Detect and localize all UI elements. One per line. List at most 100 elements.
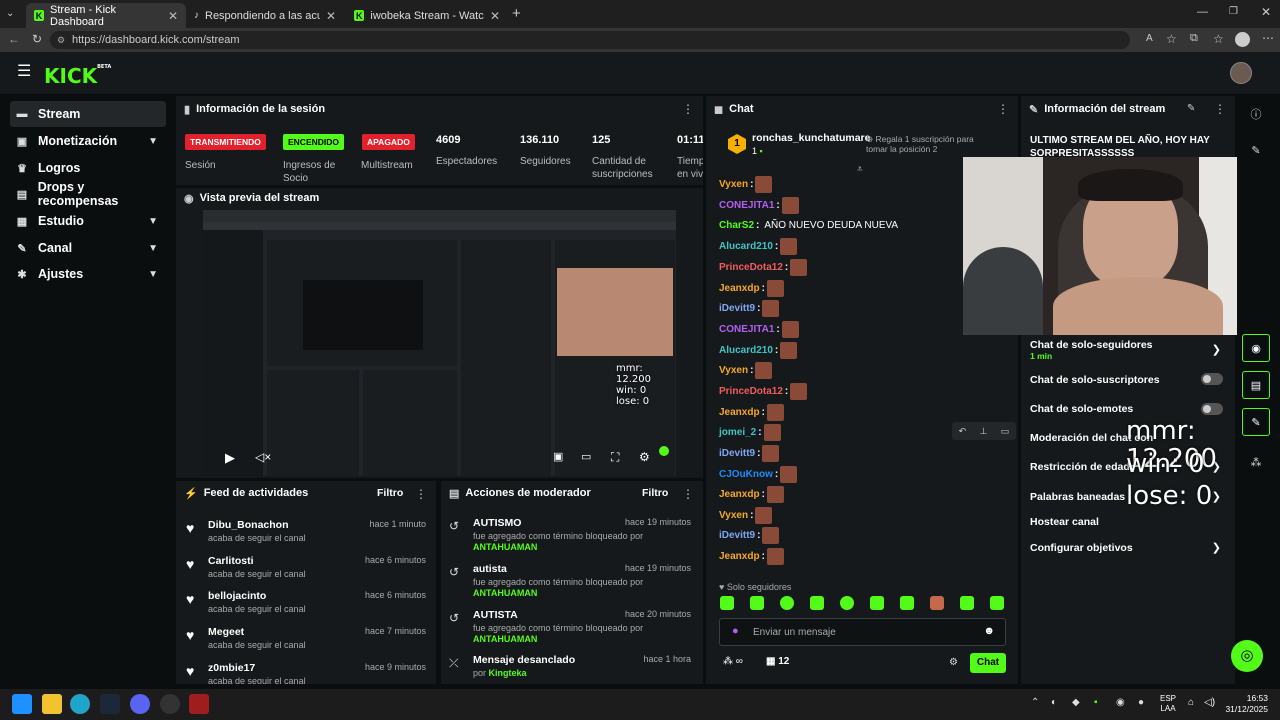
reply-icon[interactable]: ↶ xyxy=(959,426,967,437)
emote-icon[interactable] xyxy=(790,258,808,276)
top-gifter-name[interactable]: ronchas_kunchatumare xyxy=(752,132,870,144)
tray-chevron-icon[interactable]: ⌃ xyxy=(1031,697,1039,708)
more-options-icon[interactable]: ⋮ xyxy=(682,487,694,501)
tray-app-icon[interactable]: ◆ xyxy=(1072,697,1080,708)
emote-icon[interactable] xyxy=(762,526,780,544)
chat-username[interactable]: Jeanxdp xyxy=(719,407,760,418)
chat-message[interactable]: Vyxen: xyxy=(719,175,773,193)
chat-username[interactable]: Vyxen xyxy=(719,365,748,376)
viewers-mode-icon[interactable]: ⁂ ∞ xyxy=(723,656,743,667)
chat-username[interactable]: Alucard210 xyxy=(719,241,773,252)
chat-message[interactable]: CONEJITA1: xyxy=(719,320,799,338)
stream-preview-video[interactable]: mmr: 12.200 win: 0 lose: 0 ▶ ◁× ▣ ▭ ⛶ ⚙ xyxy=(203,210,676,476)
chat-username[interactable]: CONEJITA1 xyxy=(719,200,774,211)
favorites-icon[interactable]: ☆ xyxy=(1213,32,1224,46)
more-options-icon[interactable]: ⋮ xyxy=(682,102,694,116)
start-windows-icon[interactable] xyxy=(12,694,32,714)
steam-icon[interactable] xyxy=(100,694,120,714)
emote-icon[interactable] xyxy=(766,279,784,297)
age-restriction-setting[interactable]: Restricción de edad xyxy=(1030,461,1130,473)
emote-icon[interactable] xyxy=(960,596,974,610)
tab-kick-dashboard[interactable]: K Stream - Kick Dashboard ✕ xyxy=(26,3,186,28)
sidebar-item-monetizacion[interactable]: ▣ Monetización ▼ xyxy=(10,128,166,154)
edge-browser-icon[interactable] xyxy=(70,694,90,714)
microphone-icon[interactable]: ● xyxy=(1138,697,1144,708)
chat-username[interactable]: Jeanxdp xyxy=(719,283,760,294)
emote-icon[interactable] xyxy=(780,341,798,359)
minimize-icon[interactable]: — xyxy=(1197,6,1208,18)
emote-icon[interactable] xyxy=(930,596,944,610)
chat-username[interactable]: iDevitt9 xyxy=(719,530,755,541)
chat-username[interactable]: CharS2 xyxy=(719,220,754,231)
emote-icon[interactable] xyxy=(720,596,734,610)
chat-message[interactable]: CharS2: AÑO NUEVO DEUDA NUEVA xyxy=(719,216,898,234)
close-tab-icon[interactable]: ✕ xyxy=(326,9,336,23)
undo-icon[interactable]: ↺ xyxy=(449,519,459,533)
chat-username[interactable]: Alucard210 xyxy=(719,345,773,356)
emote-icon[interactable] xyxy=(990,596,1004,610)
subscribers-only-toggle[interactable] xyxy=(1201,373,1223,385)
emote-icon[interactable] xyxy=(755,506,773,524)
emotes-only-toggle[interactable] xyxy=(1201,403,1223,415)
chat-message[interactable]: Alucard210: xyxy=(719,237,798,255)
clock[interactable]: 16:53 31/12/2025 xyxy=(1224,693,1268,715)
close-tab-icon[interactable]: ✕ xyxy=(168,9,178,23)
send-chat-button[interactable]: Chat xyxy=(970,653,1006,673)
pip-icon[interactable]: ▣ xyxy=(553,450,563,463)
undo-icon[interactable]: ↺ xyxy=(449,611,459,625)
mute-icon[interactable]: ◁× xyxy=(255,450,271,464)
chat-username[interactable]: Jeanxdp xyxy=(719,489,760,500)
emote-icon[interactable] xyxy=(790,382,808,400)
chat-username[interactable]: jomei_2 xyxy=(719,427,756,438)
chat-message[interactable]: PrinceDota12: xyxy=(719,258,808,276)
sidebar-item-drops[interactable]: ▤ Drops y recompensas xyxy=(10,180,166,208)
collapse-icon[interactable]: ⩡ xyxy=(857,164,863,175)
favorite-star-icon[interactable]: ☆ xyxy=(1166,32,1177,46)
chat-message[interactable]: Jeanxdp: xyxy=(719,279,784,297)
layout-icon[interactable]: ▤ xyxy=(1242,371,1270,399)
chat-username[interactable]: Vyxen xyxy=(719,510,748,521)
emoji-icon[interactable]: ☻ xyxy=(983,625,995,637)
kick-logo[interactable]: KICKBETA xyxy=(44,64,111,88)
reload-icon[interactable]: ↻ xyxy=(32,32,42,46)
more-options-icon[interactable]: ⋮ xyxy=(997,102,1009,116)
hamburger-menu-icon[interactable]: ☰ xyxy=(17,64,31,80)
tools-icon[interactable]: ✎ xyxy=(1242,408,1270,436)
chat-message[interactable]: Vyxen: xyxy=(719,361,773,379)
settings-gear-icon[interactable]: ⚙ xyxy=(639,450,650,464)
edit-pencil-icon[interactable]: ✎ xyxy=(1187,103,1195,114)
new-tab-icon[interactable]: + xyxy=(512,5,521,22)
support-chat-icon[interactable]: ◎ xyxy=(1231,640,1263,672)
emote-icon[interactable] xyxy=(780,596,794,610)
info-icon[interactable]: ⓘ xyxy=(1242,100,1270,128)
dota-icon[interactable] xyxy=(189,694,209,714)
emote-icon[interactable] xyxy=(763,423,781,441)
chat-message[interactable]: iDevitt9: xyxy=(719,526,780,544)
extensions-icon[interactable]: ⧉ xyxy=(1190,32,1198,45)
tab-list-icon[interactable]: ⌄ xyxy=(6,8,14,19)
chat-message[interactable]: Jeanxdp: xyxy=(719,547,784,565)
tray-app-icon[interactable]: ▪ xyxy=(1094,697,1098,708)
theater-icon[interactable]: ▭ xyxy=(581,450,591,463)
community-icon[interactable]: ⁂ xyxy=(1242,448,1270,476)
tray-app-icon[interactable]: ◉ xyxy=(1116,697,1125,708)
read-aloud-icon[interactable]: A xyxy=(1146,33,1153,44)
sidebar-item-ajustes[interactable]: ✱ Ajustes ▼ xyxy=(10,261,166,287)
user-avatar[interactable] xyxy=(1230,62,1252,84)
chat-username[interactable]: iDevitt9 xyxy=(719,448,755,459)
sidebar-item-estudio[interactable]: ▦ Estudio ▼ xyxy=(10,208,166,234)
discord-icon[interactable] xyxy=(130,694,150,714)
emote-icon[interactable] xyxy=(781,196,799,214)
configure-goals-setting[interactable]: Configurar objetivos xyxy=(1030,542,1133,554)
chevron-right-icon[interactable]: ❯ xyxy=(1212,490,1221,503)
chevron-right-icon[interactable]: ❯ xyxy=(1212,541,1221,554)
file-explorer-icon[interactable] xyxy=(42,694,62,714)
play-icon[interactable]: ▶ xyxy=(225,450,235,466)
volume-icon[interactable]: ◁) xyxy=(1204,697,1215,708)
window-close-icon[interactable]: ✕ xyxy=(1261,5,1271,19)
emote-icon[interactable] xyxy=(755,361,773,379)
chat-message[interactable]: PrinceDota12: xyxy=(719,382,808,400)
chevron-right-icon[interactable]: ❯ xyxy=(1212,343,1221,356)
followers-only-chat-setting[interactable]: Chat de solo-seguidores xyxy=(1030,339,1153,351)
chat-message[interactable]: Jeanxdp: xyxy=(719,403,784,421)
